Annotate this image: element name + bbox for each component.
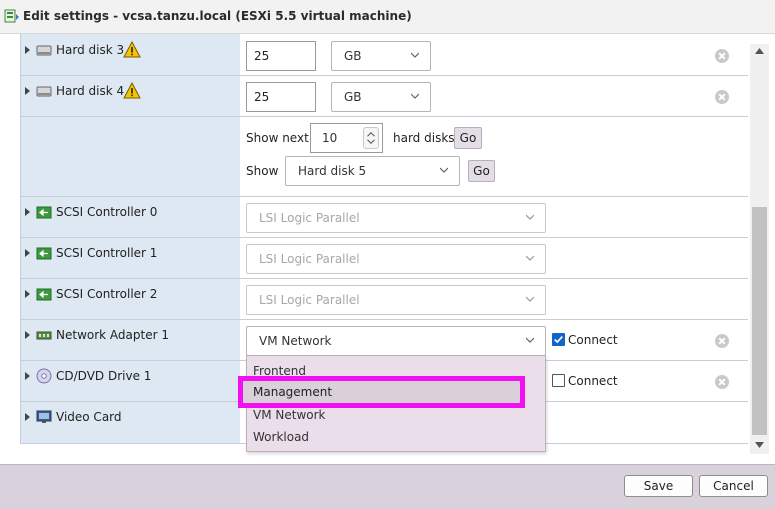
save-button[interactable]: Save: [624, 475, 693, 497]
select-value: Hard disk 5: [298, 164, 367, 178]
chevron-down-icon: [526, 296, 534, 302]
expand-arrow-icon[interactable]: [25, 331, 30, 339]
scroll-down-icon[interactable]: [755, 442, 764, 448]
device-row-cd-dvd-drive-1[interactable]: CD/DVD Drive 1: [25, 368, 235, 384]
show-go-button[interactable]: Go: [468, 160, 495, 182]
chevron-down-icon: [411, 52, 419, 58]
dropdown-option-vm-network[interactable]: VM Network: [253, 408, 325, 422]
annotation-highlight-box: [238, 376, 525, 408]
device-label: Hard disk 3: [56, 43, 125, 57]
checkmark-icon: [554, 335, 563, 344]
device-row-scsi-controller-1[interactable]: SCSI Controller 1: [25, 245, 235, 261]
monitor-icon: [36, 410, 52, 423]
device-label: Hard disk 4: [56, 84, 125, 98]
network-adapter-1-network-select[interactable]: VM Network: [246, 326, 546, 356]
vm-settings-icon: [4, 9, 19, 23]
device-row-hard-disk-3[interactable]: Hard disk 3: [25, 41, 235, 58]
device-label: SCSI Controller 2: [56, 287, 158, 301]
chevron-down-icon: [526, 214, 534, 220]
dropdown-option-workload[interactable]: Workload: [253, 430, 309, 444]
show-disk-select[interactable]: Hard disk 5: [285, 156, 460, 186]
network-adapter-1-connect-checkbox[interactable]: [552, 333, 565, 346]
scsi-controller-2-type-select[interactable]: LSI Logic Parallel: [246, 285, 546, 315]
dialog-footer: Save Cancel: [0, 464, 775, 509]
table-left-border: [20, 34, 21, 443]
hard-disk-icon: [36, 45, 52, 56]
network-adapter-icon: [36, 331, 52, 340]
expand-arrow-icon[interactable]: [25, 249, 30, 257]
hard-disks-label: hard disks: [393, 131, 455, 145]
connect-label: Connect: [568, 333, 618, 347]
chevron-down-icon: [526, 255, 534, 261]
device-label: Network Adapter 1: [56, 328, 169, 342]
remove-device-icon[interactable]: [715, 90, 729, 104]
select-value: LSI Logic Parallel: [259, 293, 360, 307]
device-label: SCSI Controller 1: [56, 246, 158, 260]
hard-disk-3-size-input[interactable]: 25: [246, 41, 316, 71]
scsi-controller-0-type-select[interactable]: LSI Logic Parallel: [246, 203, 546, 233]
device-row-video-card[interactable]: Video Card: [25, 409, 235, 425]
device-row-hard-disk-4[interactable]: Hard disk 4: [25, 82, 235, 99]
hard-disk-4-size-input[interactable]: 25: [246, 82, 316, 112]
scsi-controller-icon: [36, 206, 52, 219]
row-divider: [20, 75, 748, 76]
expand-arrow-icon[interactable]: [25, 413, 30, 421]
select-value: GB: [344, 49, 362, 63]
expand-arrow-icon[interactable]: [25, 46, 30, 54]
show-next-stepper[interactable]: 10: [310, 123, 383, 153]
remove-device-icon[interactable]: [715, 375, 729, 389]
dialog-titlebar: Edit settings - vcsa.tanzu.local (ESXi 5…: [0, 0, 775, 34]
row-divider: [20, 196, 748, 197]
hard-disk-4-unit-select[interactable]: GB: [331, 82, 431, 112]
cd-dvd-icon: [36, 368, 52, 384]
device-row-scsi-controller-2[interactable]: SCSI Controller 2: [25, 286, 235, 302]
scsi-controller-1-type-select[interactable]: LSI Logic Parallel: [246, 244, 546, 274]
row-divider: [20, 237, 748, 238]
row-divider: [20, 116, 748, 117]
cancel-button[interactable]: Cancel: [699, 475, 768, 497]
dialog-title: Edit settings - vcsa.tanzu.local (ESXi 5…: [23, 9, 412, 23]
expand-arrow-icon[interactable]: [25, 87, 30, 95]
stepper-value: 10: [322, 131, 338, 145]
select-value: VM Network: [259, 334, 332, 348]
stepper-arrows-icon[interactable]: [363, 127, 379, 149]
expand-arrow-icon[interactable]: [25, 208, 30, 216]
warning-icon: [123, 82, 141, 99]
hard-disk-3-unit-select[interactable]: GB: [331, 41, 431, 71]
expand-arrow-icon[interactable]: [25, 372, 30, 380]
show-label: Show: [246, 164, 279, 178]
device-row-scsi-controller-0[interactable]: SCSI Controller 0: [25, 204, 235, 220]
chevron-down-icon: [411, 93, 419, 99]
show-next-go-button[interactable]: Go: [454, 127, 482, 149]
remove-device-icon[interactable]: [715, 334, 729, 348]
scsi-controller-icon: [36, 288, 52, 301]
hard-disk-icon: [36, 86, 52, 97]
remove-device-icon[interactable]: [715, 49, 729, 63]
chevron-down-icon: [440, 167, 448, 173]
device-label: SCSI Controller 0: [56, 205, 158, 219]
select-value: LSI Logic Parallel: [259, 252, 360, 266]
show-next-label: Show next: [246, 131, 309, 145]
cd-dvd-drive-1-connect-checkbox[interactable]: [552, 374, 565, 387]
chevron-down-icon: [526, 337, 534, 343]
expand-arrow-icon[interactable]: [25, 290, 30, 298]
select-value: LSI Logic Parallel: [259, 211, 360, 225]
device-label: Video Card: [56, 410, 122, 424]
scsi-controller-icon: [36, 247, 52, 260]
device-row-network-adapter-1[interactable]: Network Adapter 1: [25, 327, 235, 343]
select-value: GB: [344, 90, 362, 104]
warning-icon: [123, 41, 141, 58]
scroll-up-icon[interactable]: [755, 48, 764, 54]
scrollbar-thumb[interactable]: [752, 207, 767, 435]
vertical-scrollbar[interactable]: [750, 44, 769, 454]
connect-label: Connect: [568, 374, 618, 388]
row-divider: [20, 319, 748, 320]
row-divider: [20, 278, 748, 279]
device-label: CD/DVD Drive 1: [56, 369, 152, 383]
